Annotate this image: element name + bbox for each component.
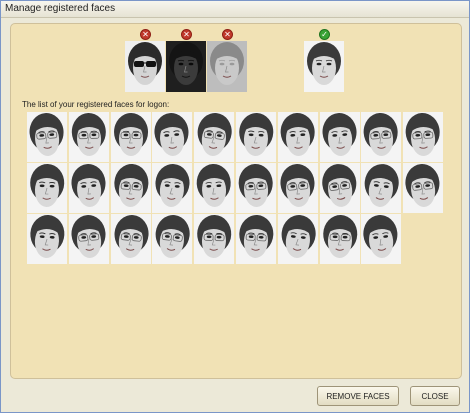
registered-face-thumbnail[interactable] xyxy=(152,112,193,162)
registered-face-thumbnail[interactable] xyxy=(236,214,276,264)
face-image xyxy=(166,41,206,92)
face-image xyxy=(304,41,344,92)
face-image xyxy=(236,163,276,213)
face-image xyxy=(207,41,247,92)
registered-face-thumbnail[interactable] xyxy=(152,214,193,264)
registered-face-thumbnail[interactable] xyxy=(361,112,402,162)
x-mark-icon: ✕ xyxy=(222,29,233,40)
face-image xyxy=(68,163,109,213)
face-image xyxy=(194,112,235,162)
face-image xyxy=(27,112,67,162)
face-image xyxy=(319,214,360,264)
example-face-dark xyxy=(166,41,206,92)
registered-face-thumbnail[interactable] xyxy=(319,112,360,162)
faces-list-label: The list of your registered faces for lo… xyxy=(22,100,170,109)
registered-face-thumbnail[interactable] xyxy=(361,214,402,264)
registered-face-thumbnail[interactable] xyxy=(361,163,402,213)
face-image xyxy=(68,214,109,264)
face-image xyxy=(361,163,402,213)
face-image xyxy=(27,214,67,264)
x-mark-icon: ✕ xyxy=(181,29,192,40)
check-mark-icon: ✓ xyxy=(319,29,330,40)
example-face-blurry xyxy=(207,41,247,92)
face-image xyxy=(236,214,276,264)
remove-faces-button[interactable]: REMOVE FACES xyxy=(317,386,399,406)
registered-face-thumbnail[interactable] xyxy=(403,112,444,162)
registered-face-thumbnail[interactable] xyxy=(27,163,67,213)
face-image xyxy=(194,163,235,213)
face-image xyxy=(403,112,444,162)
registered-face-thumbnail[interactable] xyxy=(194,163,235,213)
face-image xyxy=(194,214,235,264)
face-image xyxy=(125,41,165,92)
faces-panel: ✕ ✕ ✕ ✓ The list of your registered faces f… xyxy=(10,23,462,379)
registered-face-thumbnail[interactable] xyxy=(68,112,109,162)
registered-face-thumbnail[interactable] xyxy=(110,112,151,162)
face-image xyxy=(110,163,151,213)
face-image xyxy=(319,163,360,213)
registered-face-thumbnail[interactable] xyxy=(27,112,67,162)
example-face-good xyxy=(304,41,344,92)
close-button[interactable]: CLOSE xyxy=(410,386,460,406)
registered-face-thumbnail[interactable] xyxy=(403,163,444,213)
example-face-sunglasses xyxy=(125,41,165,92)
face-image xyxy=(152,163,193,213)
registered-face-thumbnail[interactable] xyxy=(277,163,318,213)
registered-face-thumbnail[interactable] xyxy=(27,214,67,264)
face-image xyxy=(277,214,318,264)
face-image xyxy=(68,112,109,162)
face-image xyxy=(319,112,360,162)
registered-face-thumbnail[interactable] xyxy=(68,163,109,213)
face-image xyxy=(361,112,402,162)
face-image xyxy=(110,112,151,162)
face-image xyxy=(152,112,193,162)
registered-face-thumbnail[interactable] xyxy=(110,163,151,213)
face-image xyxy=(152,214,193,264)
registered-face-thumbnail[interactable] xyxy=(319,163,360,213)
registered-face-thumbnail[interactable] xyxy=(68,214,109,264)
dialog-window: Manage registered faces ✕ ✕ ✕ ✓ The list of… xyxy=(0,0,470,413)
face-image xyxy=(27,163,67,213)
registered-face-thumbnail[interactable] xyxy=(152,163,193,213)
face-image xyxy=(403,163,444,213)
registered-face-thumbnail[interactable] xyxy=(110,214,151,264)
face-image xyxy=(110,214,151,264)
registered-face-thumbnail[interactable] xyxy=(236,112,276,162)
face-image xyxy=(236,112,276,162)
title-bar: Manage registered faces xyxy=(1,1,469,18)
registered-face-thumbnail[interactable] xyxy=(277,214,318,264)
registered-face-thumbnail[interactable] xyxy=(319,214,360,264)
x-mark-icon: ✕ xyxy=(140,29,151,40)
window-title: Manage registered faces xyxy=(5,3,116,14)
face-image xyxy=(361,214,402,264)
face-image xyxy=(277,112,318,162)
registered-face-thumbnail[interactable] xyxy=(277,112,318,162)
registered-face-thumbnail[interactable] xyxy=(194,112,235,162)
face-image xyxy=(277,163,318,213)
registered-face-thumbnail[interactable] xyxy=(194,214,235,264)
registered-face-thumbnail[interactable] xyxy=(236,163,276,213)
